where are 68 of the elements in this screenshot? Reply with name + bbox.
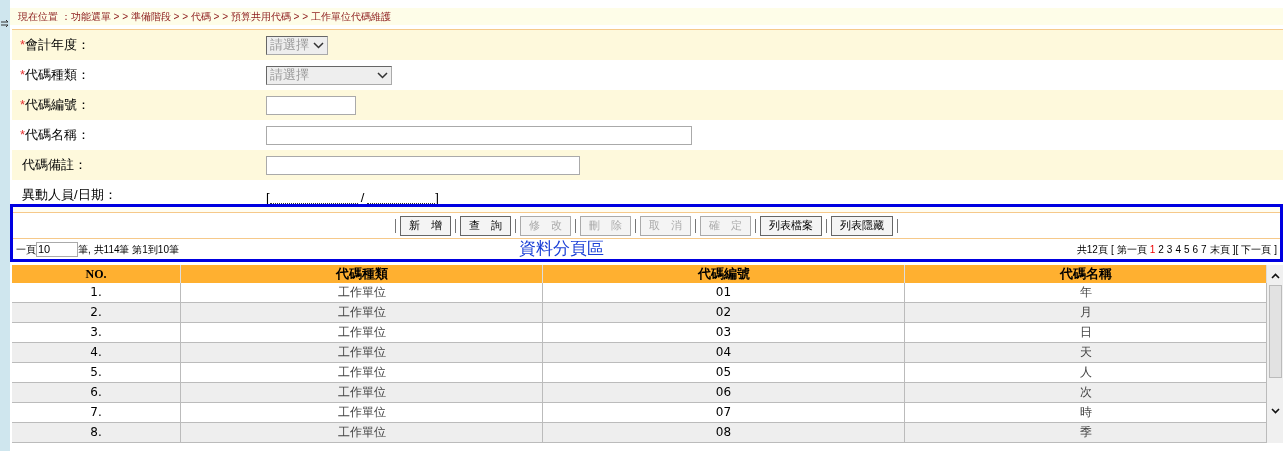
field-label: 代碼編號：	[25, 96, 91, 115]
table-cell: 01	[543, 283, 905, 302]
chevron-down-icon[interactable]	[1270, 408, 1280, 414]
toolbar-button[interactable]: 查 詢	[460, 215, 511, 236]
toolbar-button[interactable]: 列表隱藏	[831, 215, 893, 236]
page-link[interactable]: 6	[1192, 241, 1199, 257]
required-mark: *	[20, 66, 26, 85]
double-arrow-icon[interactable]	[1, 20, 9, 27]
table-cell: 04	[543, 343, 905, 362]
page-link[interactable]: 5	[1183, 241, 1190, 257]
toolbar-button[interactable]: 新 增	[400, 215, 451, 236]
scrollbar-thumb[interactable]	[1268, 285, 1282, 378]
bracket: ][	[1232, 242, 1239, 257]
chevron-down-icon	[377, 71, 388, 79]
table-cell: 8.	[12, 423, 181, 442]
table-cell: 工作單位	[181, 323, 543, 342]
table-cell: 3.	[12, 323, 181, 342]
table-cell: 1.	[12, 283, 181, 302]
field-label: 代碼備註：	[21, 156, 87, 175]
breadcrumb: 現在位置 ：功能選單 > > 準備階段 > > 代碼 > > 預算共用代碼 > > 工作單位代碼維護	[10, 8, 1283, 25]
table-cell: 2.	[12, 303, 181, 322]
paging-area-label: 資料分頁區	[518, 238, 604, 261]
scrollbar[interactable]	[1267, 265, 1283, 443]
page-link[interactable]: 3	[1166, 241, 1173, 257]
table-cell: 02	[543, 303, 905, 322]
table-cell: 07	[543, 403, 905, 422]
field-label: 代碼種類：	[25, 66, 91, 85]
first-page-link[interactable]: 第一頁	[1116, 241, 1147, 257]
required-mark: *	[20, 36, 26, 55]
table-cell: 06	[543, 383, 905, 402]
table-cell: 4.	[12, 343, 181, 362]
chevron-down-icon	[313, 41, 324, 49]
field-label: 會計年度：	[25, 36, 91, 55]
separator: /	[360, 191, 365, 204]
record-summary: 筆, 共114筆 第1到10筆	[78, 242, 179, 257]
page-link[interactable]: 1	[1149, 241, 1156, 257]
required-mark: *	[20, 126, 26, 145]
table-cell: 工作單位	[181, 343, 543, 362]
page-count: 共12頁	[1076, 242, 1108, 257]
required-mark: *	[20, 96, 26, 115]
table-cell: 6.	[12, 383, 181, 402]
page-link[interactable]: 2	[1158, 241, 1164, 257]
chevron-up-icon[interactable]	[1270, 273, 1280, 279]
table-cell: 工作單位	[181, 383, 543, 402]
table-cell: 5.	[12, 363, 181, 382]
table-cell: 工作單位	[181, 403, 543, 422]
bracket: [	[1110, 242, 1114, 257]
table-cell: 08	[543, 423, 905, 442]
next-page-link[interactable]: 下一頁	[1241, 241, 1272, 257]
toolbar-button[interactable]: 列表檔案	[760, 215, 822, 236]
field-label: 代碼名稱：	[25, 126, 91, 145]
table-cell: 7.	[12, 403, 181, 422]
table-cell: 工作單位	[181, 423, 543, 442]
bracket: ]	[1274, 242, 1277, 257]
table-cell: 03	[543, 323, 905, 342]
page-link[interactable]: 4	[1175, 241, 1181, 257]
field-label: 異動人員/日期：	[21, 185, 117, 204]
table-cell: 工作單位	[181, 303, 543, 322]
page-link[interactable]: 7	[1201, 241, 1207, 257]
per-page-label: 一頁	[16, 242, 36, 257]
table-cell: 05	[543, 363, 905, 382]
per-page-field[interactable]: 10	[36, 241, 78, 257]
last-page-link[interactable]: 末頁	[1209, 241, 1230, 257]
text-field[interactable]	[266, 125, 692, 145]
text-field[interactable]	[266, 95, 356, 115]
table-cell: 工作單位	[181, 283, 543, 302]
table-cell: 工作單位	[181, 363, 543, 382]
text-field[interactable]	[266, 155, 580, 175]
